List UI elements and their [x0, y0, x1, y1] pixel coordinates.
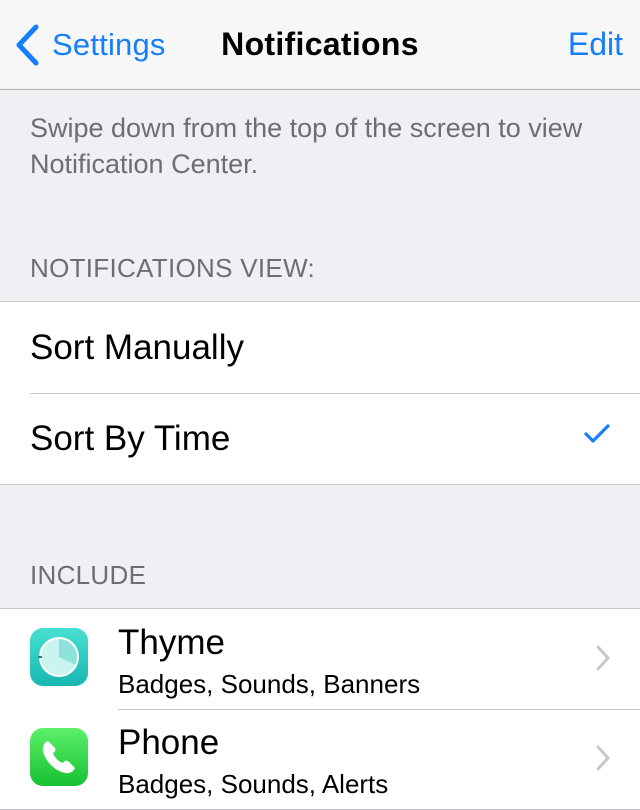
app-row-thyme[interactable]: Thyme Badges, Sounds, Banners — [0, 609, 640, 709]
navigation-bar: Settings Notifications Edit — [0, 0, 640, 90]
checkmark-icon — [584, 424, 610, 443]
chevron-right-icon — [596, 745, 610, 771]
notifications-view-header: NOTIFICATIONS VIEW: — [30, 253, 315, 283]
sort-options-group: Sort Manually Sort By Time — [0, 301, 640, 485]
edit-button[interactable]: Edit — [568, 26, 623, 63]
include-header: INCLUDE — [30, 560, 147, 590]
chevron-right-icon — [596, 645, 610, 671]
app-alert-types: Badges, Sounds, Banners — [118, 669, 421, 699]
app-row-phone[interactable]: Phone Badges, Sounds, Alerts — [0, 709, 640, 809]
sort-by-time-option[interactable]: Sort By Time — [0, 393, 640, 484]
app-name: Phone — [118, 723, 220, 762]
sort-manually-option[interactable]: Sort Manually — [0, 302, 640, 393]
phone-app-icon — [30, 728, 88, 786]
page-title: Notifications — [221, 26, 419, 62]
app-name: Thyme — [118, 623, 225, 662]
thyme-app-icon — [30, 628, 88, 686]
sort-by-time-label: Sort By Time — [30, 419, 231, 458]
app-alert-types: Badges, Sounds, Alerts — [118, 769, 389, 799]
sort-manually-label: Sort Manually — [30, 328, 244, 367]
notification-center-hint: Swipe down from the top of the screen to… — [30, 113, 583, 179]
